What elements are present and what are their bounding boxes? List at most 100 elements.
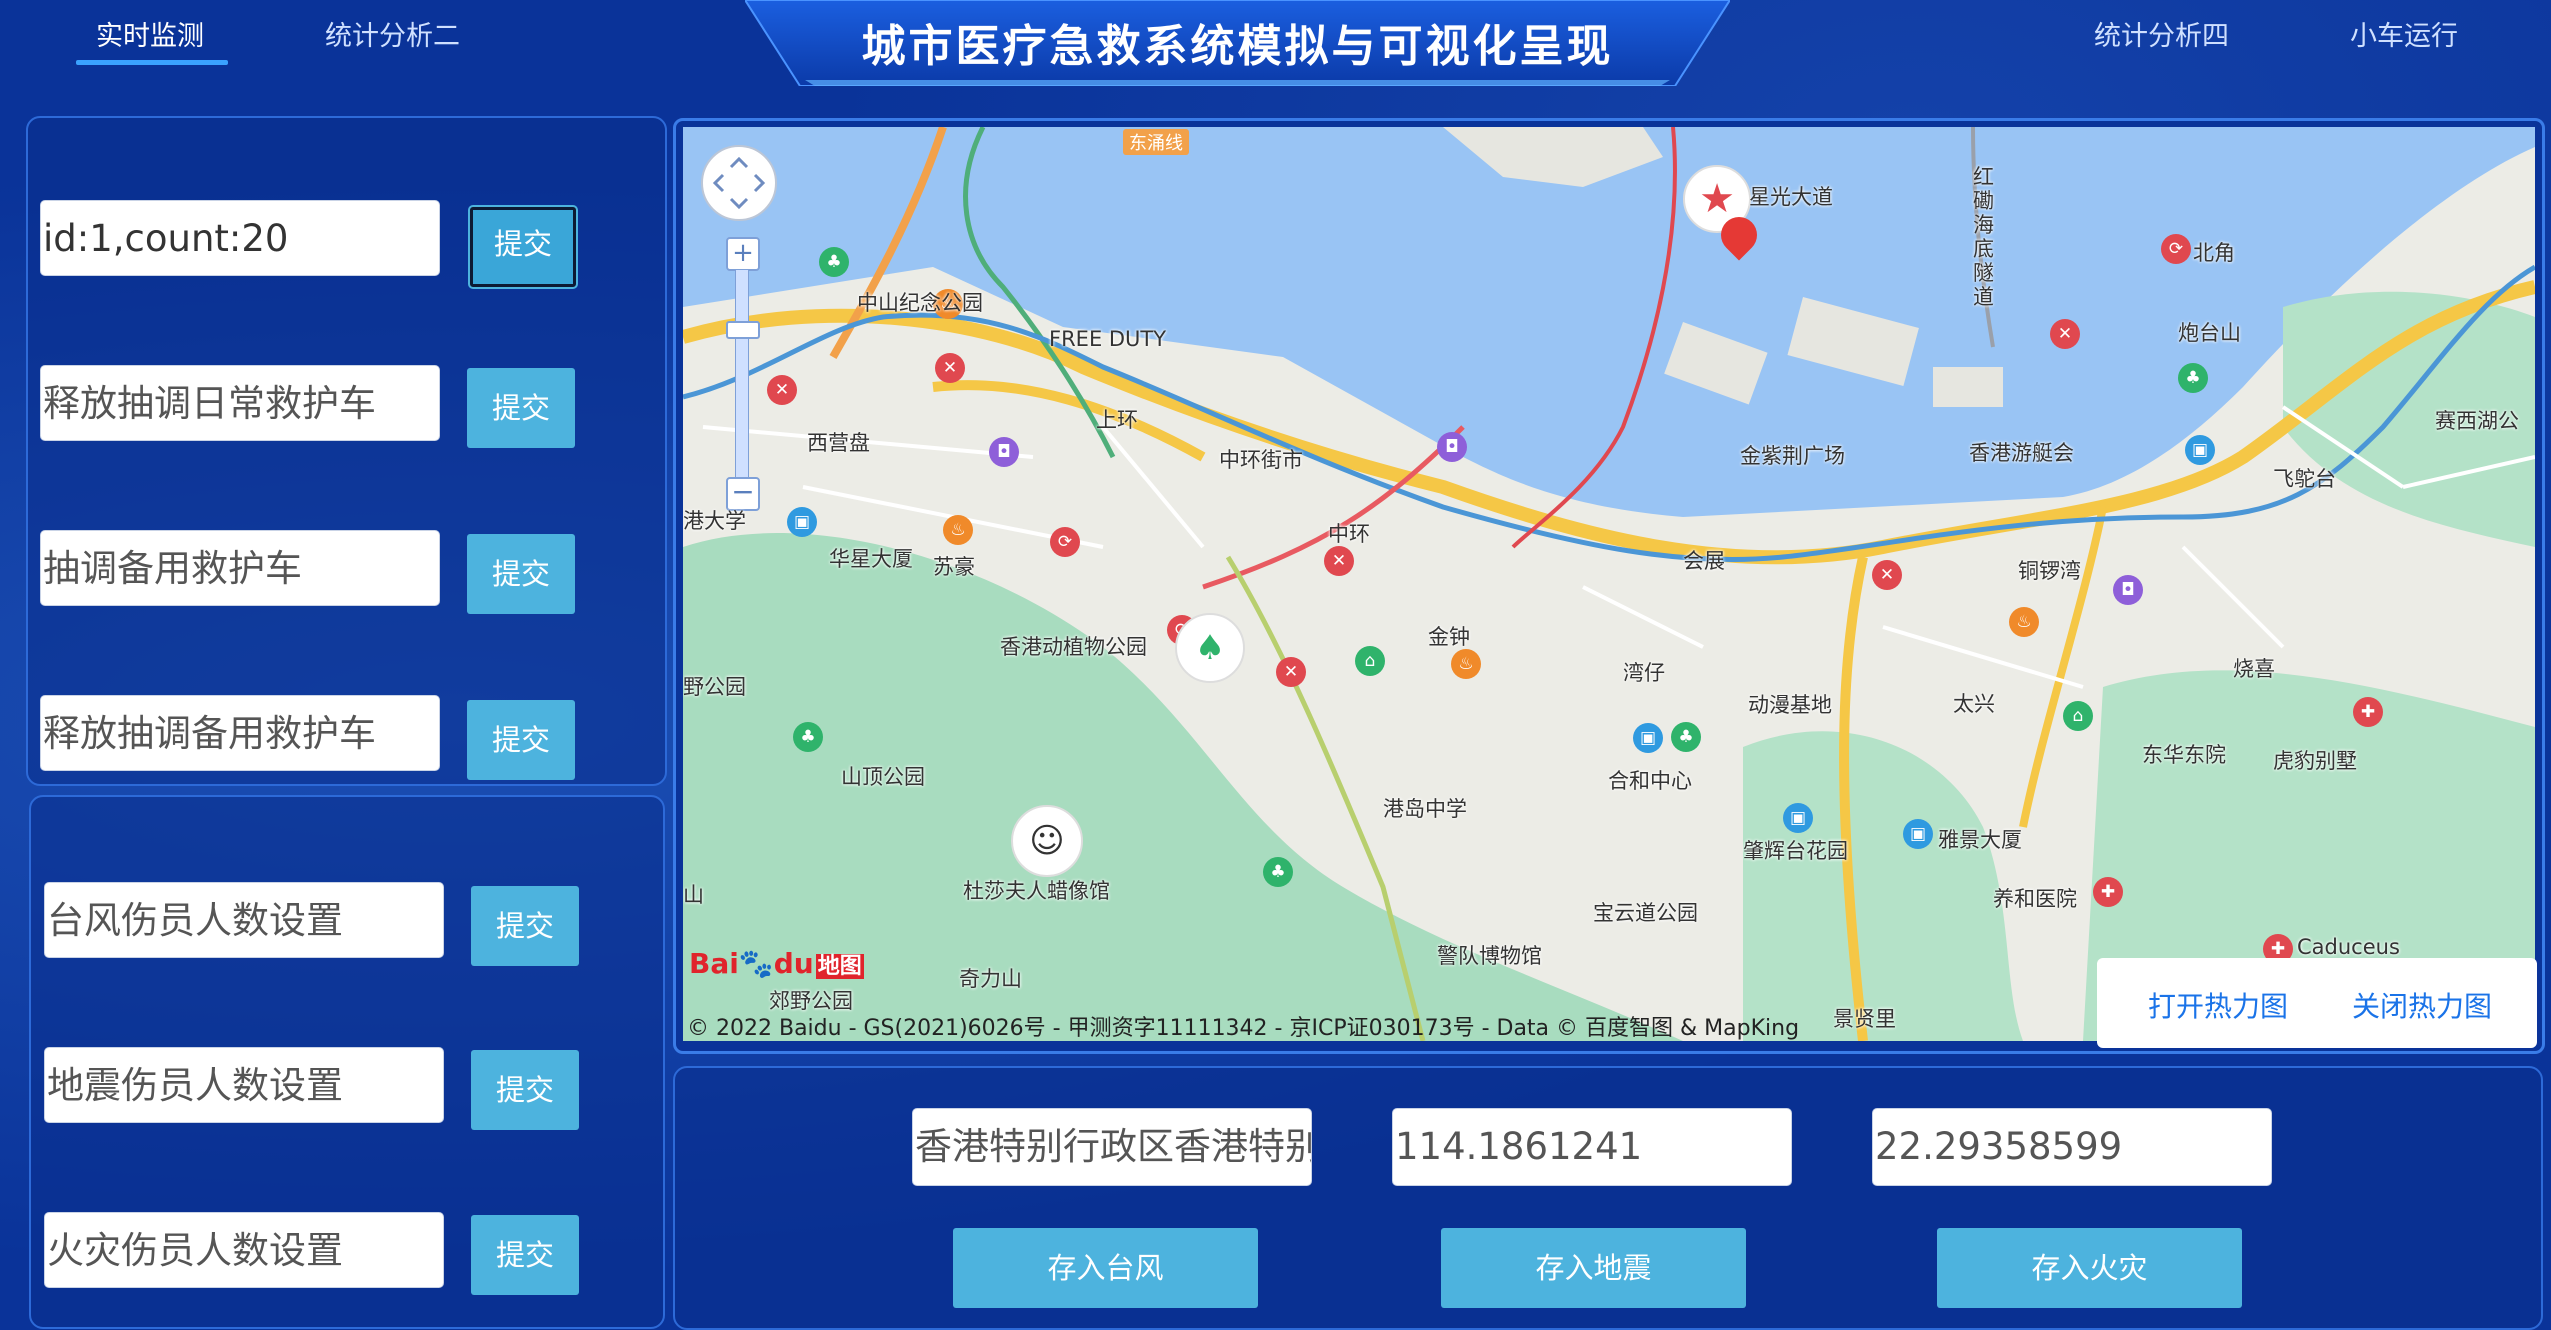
map-label: 动漫基地 bbox=[1748, 693, 1832, 717]
longitude-input[interactable]: 114.1861241 bbox=[1392, 1108, 1792, 1186]
tab-stats4[interactable]: 统计分析四 bbox=[2094, 14, 2229, 53]
map-label: 飞鸵台 bbox=[2273, 467, 2336, 491]
metro-station-icon: ✕ bbox=[1324, 546, 1354, 576]
zoom-slider-handle[interactable] bbox=[726, 321, 760, 339]
submit-typhoon-button[interactable]: 提交 bbox=[471, 886, 579, 966]
building-icon: ▣ bbox=[1783, 803, 1813, 833]
submit-release-backup-button[interactable]: 提交 bbox=[467, 700, 575, 780]
metro-station-icon: ✕ bbox=[2050, 319, 2080, 349]
submit-earthquake-button[interactable]: 提交 bbox=[471, 1050, 579, 1130]
building-icon: ▣ bbox=[787, 507, 817, 537]
tab-car-running[interactable]: 小车运行 bbox=[2350, 14, 2458, 53]
submit-dispatch-button[interactable]: 提交 bbox=[470, 207, 576, 287]
submit-dispatch-backup-button[interactable]: 提交 bbox=[467, 534, 575, 614]
map-label: 西营盘 bbox=[807, 431, 870, 455]
map-label: 红磡海底隧道 bbox=[1973, 165, 1994, 309]
map-label: 金钟 bbox=[1428, 625, 1470, 649]
metro-station-icon: ⟳ bbox=[1050, 527, 1080, 557]
map-label: 宝云道公园 bbox=[1593, 901, 1698, 925]
map-label: 杜莎夫人蜡像馆 bbox=[963, 879, 1110, 903]
building-icon: ▣ bbox=[1903, 819, 1933, 849]
wax-museum-avatar-icon: ☺ bbox=[1011, 805, 1083, 877]
shopping-icon: ◘ bbox=[989, 437, 1019, 467]
hospital-icon: ✚ bbox=[2353, 697, 2383, 727]
map-label: 会展 bbox=[1683, 549, 1725, 573]
baidu-logo: Bai🐾du 地图 bbox=[689, 947, 864, 980]
typhoon-casualty-input[interactable]: 台风伤员人数设置 bbox=[44, 882, 444, 958]
map-label: 华星大厦 bbox=[829, 547, 913, 571]
metro-station-icon: ⟳ bbox=[2161, 234, 2191, 264]
map-label: 中环 bbox=[1328, 522, 1370, 546]
map-label: 港大学 bbox=[683, 509, 746, 533]
close-heatmap-button[interactable]: 关闭热力图 bbox=[2352, 985, 2492, 1025]
map-label: 警队博物馆 bbox=[1437, 944, 1542, 968]
restaurant-icon: ♨ bbox=[943, 515, 973, 545]
map-label: 香港游艇会 bbox=[1969, 441, 2074, 465]
building-icon: ▣ bbox=[1633, 723, 1663, 753]
park-icon: ♣ bbox=[1671, 722, 1701, 752]
map-label: 野公园 bbox=[683, 675, 746, 699]
submit-release-daily-button[interactable]: 提交 bbox=[467, 368, 575, 448]
latitude-input[interactable]: 22.29358599 bbox=[1872, 1108, 2272, 1186]
baidu-map[interactable]: + − ★ ✕ ✕ ⟳ ⟳ ✕ ✕ ✕ ✕ ⟳ ♣ ♣ ♣ ♣ ♣ ⌂ ⌂ ♨ … bbox=[683, 127, 2535, 1041]
metro-station-icon: ✕ bbox=[1872, 560, 1902, 590]
map-label: 太兴 bbox=[1953, 692, 1995, 716]
page-title: 城市医疗急救系统模拟与可视化呈现 bbox=[861, 21, 1614, 72]
map-label: 山 bbox=[683, 883, 704, 907]
dispatch-backup-ambulance-input[interactable]: 抽调备用救护车 bbox=[40, 530, 440, 606]
map-label: 景贤里 bbox=[1833, 1007, 1896, 1031]
tab-stats2[interactable]: 统计分析二 bbox=[325, 14, 460, 53]
park-icon: ⌂ bbox=[1355, 646, 1385, 676]
map-label: 养和医院 bbox=[1993, 887, 2077, 911]
hospital-icon: ✚ bbox=[2093, 877, 2123, 907]
metro-station-icon: ✕ bbox=[935, 353, 965, 383]
map-pan-control[interactable] bbox=[701, 145, 777, 221]
park-icon: ♣ bbox=[793, 722, 823, 752]
dispatch-id-count-input[interactable]: id:1,count:20 bbox=[40, 200, 440, 276]
map-label: 苏豪 bbox=[933, 555, 975, 579]
map-label: 北角 bbox=[2193, 241, 2235, 265]
save-typhoon-button[interactable]: 存入台风 bbox=[953, 1228, 1258, 1308]
map-label: 赛西湖公 bbox=[2435, 409, 2519, 433]
address-input[interactable]: 香港特别行政区香港特别行政区 bbox=[912, 1108, 1312, 1186]
metro-station-icon: ✕ bbox=[767, 375, 797, 405]
zoom-in-button[interactable]: + bbox=[726, 237, 760, 271]
zoo-icon: ♠ bbox=[1175, 613, 1245, 683]
map-label: 上环 bbox=[1096, 408, 1138, 432]
map-label: 雅景大厦 bbox=[1938, 828, 2022, 852]
active-tab-indicator bbox=[76, 60, 228, 65]
fire-casualty-input[interactable]: 火灾伤员人数设置 bbox=[44, 1212, 444, 1288]
pan-arrows-icon bbox=[712, 156, 766, 210]
open-heatmap-button[interactable]: 打开热力图 bbox=[2148, 985, 2288, 1025]
submit-fire-button[interactable]: 提交 bbox=[471, 1215, 579, 1295]
earthquake-casualty-input[interactable]: 地震伤员人数设置 bbox=[44, 1047, 444, 1123]
map-label: 星光大道 bbox=[1749, 185, 1833, 209]
map-label: 山顶公园 bbox=[841, 765, 925, 789]
map-label: 湾仔 bbox=[1623, 661, 1665, 685]
restaurant-icon: ♨ bbox=[2009, 607, 2039, 637]
tab-realtime[interactable]: 实时监测 bbox=[96, 14, 204, 53]
map-label: 金紫荆广场 bbox=[1740, 444, 1845, 468]
map-label: 虎豹别墅 bbox=[2273, 749, 2357, 773]
map-label: 中环街市 bbox=[1219, 448, 1303, 472]
save-earthquake-button[interactable]: 存入地震 bbox=[1441, 1228, 1746, 1308]
shopping-icon: ◘ bbox=[1437, 432, 1467, 462]
map-label: 合和中心 bbox=[1608, 769, 1692, 793]
release-daily-ambulance-input[interactable]: 释放抽调日常救护车 bbox=[40, 365, 440, 441]
map-copyright: © 2022 Baidu - GS(2021)6026号 - 甲测资字11111… bbox=[687, 1016, 1800, 1041]
map-label: FREE DUTY bbox=[1049, 327, 1167, 351]
restaurant-icon: ♨ bbox=[1451, 649, 1481, 679]
map-label: Caduceus bbox=[2297, 935, 2400, 959]
map-label: 东涌线 bbox=[1123, 129, 1189, 155]
release-backup-ambulance-input[interactable]: 释放抽调备用救护车 bbox=[40, 695, 440, 771]
map-label: 奇力山 bbox=[959, 967, 1022, 991]
park-icon: ♣ bbox=[2178, 363, 2208, 393]
map-label: 东华东院 bbox=[2142, 743, 2226, 767]
map-label: 烧喜 bbox=[2233, 657, 2275, 681]
map-label: 炮台山 bbox=[2178, 321, 2241, 345]
park-icon: ♣ bbox=[1263, 857, 1293, 887]
save-fire-button[interactable]: 存入火灾 bbox=[1937, 1228, 2242, 1308]
shopping-icon: ◘ bbox=[2113, 575, 2143, 605]
map-label: 港岛中学 bbox=[1383, 797, 1467, 821]
map-label: 铜锣湾 bbox=[2018, 559, 2081, 583]
